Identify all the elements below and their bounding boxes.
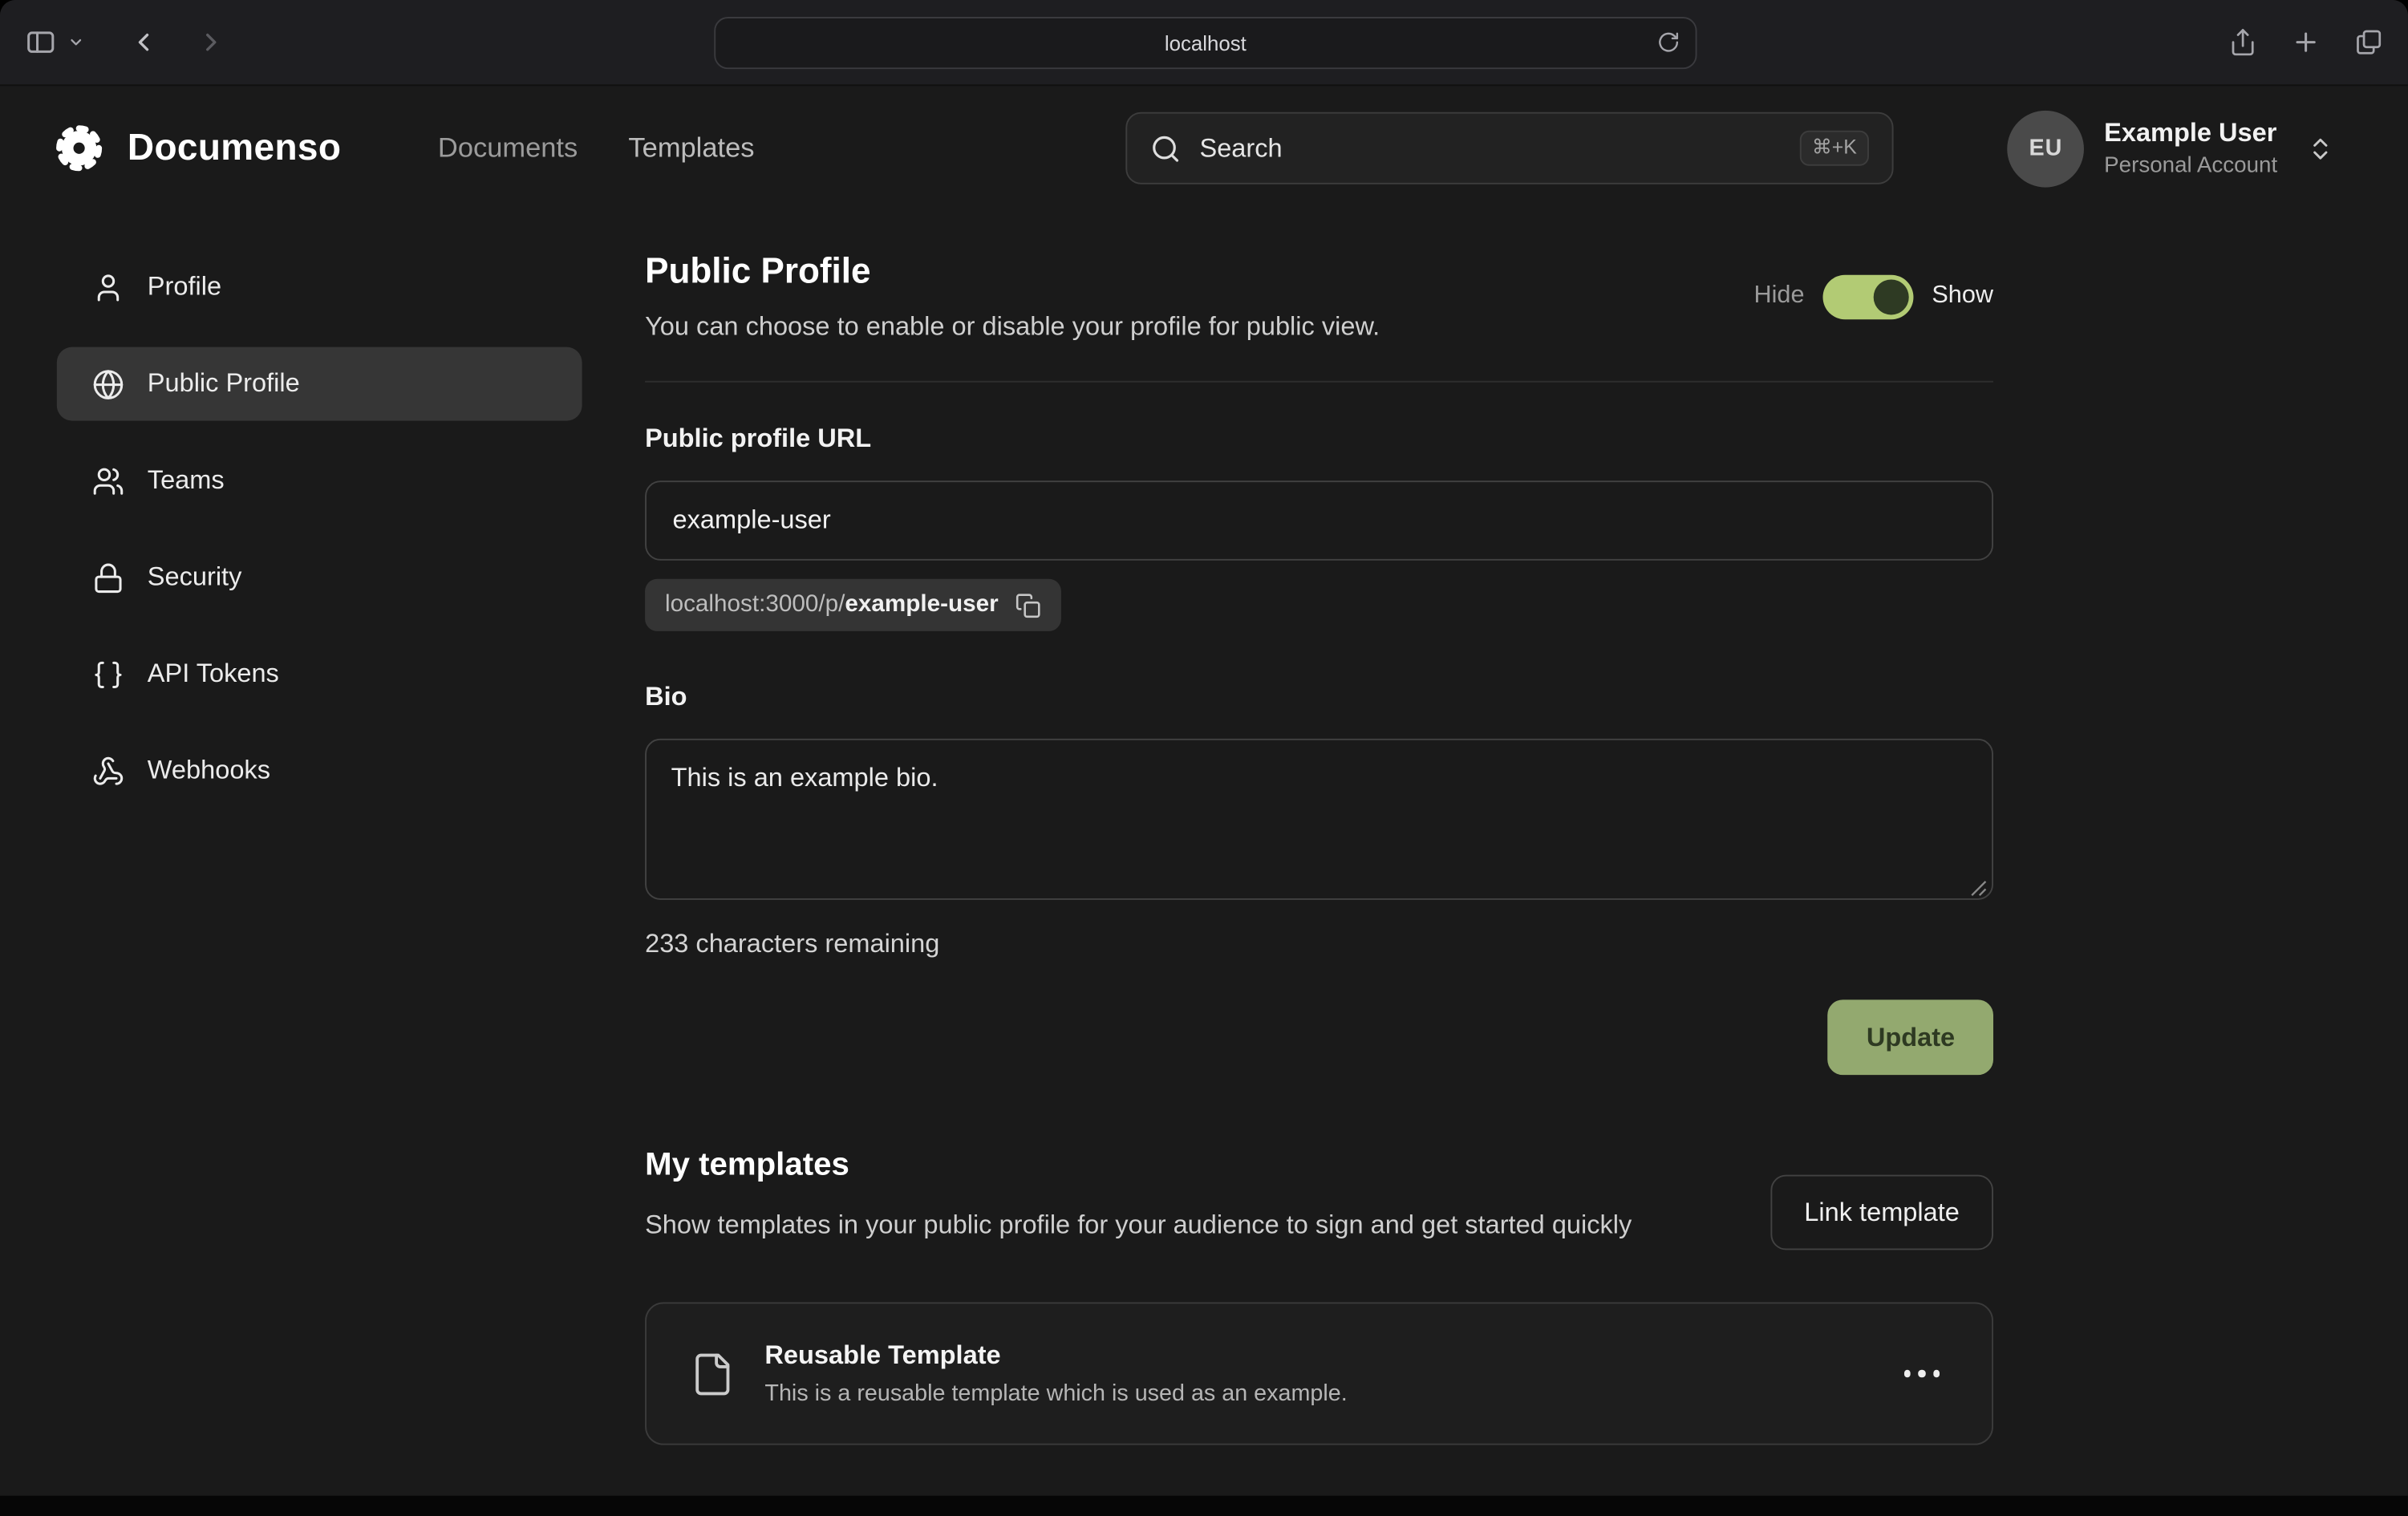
- chevron-down-icon[interactable]: [67, 34, 84, 51]
- settings-sidebar: Profile Public Profile Teams Security: [57, 250, 582, 1445]
- sidebar-item-label: Webhooks: [148, 756, 270, 786]
- template-name: Reusable Template: [764, 1340, 1347, 1371]
- search-shortcut-badge: ⌘+K: [1800, 131, 1870, 166]
- toggle-knob: [1874, 278, 1909, 314]
- templates-head-text: My templates Show templates in your publ…: [645, 1147, 1632, 1246]
- address-bar-url: localhost: [1165, 31, 1247, 55]
- template-description: This is a reusable template which is use…: [764, 1380, 1347, 1407]
- link-template-button[interactable]: Link template: [1770, 1175, 1993, 1250]
- reload-icon[interactable]: [1657, 30, 1680, 54]
- divider: [645, 381, 1993, 383]
- main-panel: Public Profile You can choose to enable …: [645, 250, 1993, 1445]
- visibility-control: Hide Show: [1753, 274, 1993, 319]
- share-icon[interactable]: [2228, 27, 2257, 56]
- new-tab-icon[interactable]: [2291, 27, 2320, 56]
- page-subtitle: You can choose to enable or disable your…: [645, 312, 1380, 343]
- profile-url-prefix: localhost:3000/p/: [665, 591, 845, 618]
- templates-head: My templates Show templates in your publ…: [645, 1147, 1993, 1250]
- user-icon: [92, 271, 124, 303]
- forward-icon[interactable]: [197, 27, 225, 56]
- sidebar-item-webhooks[interactable]: Webhooks: [57, 734, 582, 808]
- profile-url-text: localhost:3000/p/example-user: [665, 591, 999, 618]
- templates-title: My templates: [645, 1147, 1632, 1184]
- hide-label: Hide: [1753, 282, 1804, 310]
- bio-field-label: Bio: [645, 682, 1993, 712]
- tab-overview-icon[interactable]: [2354, 27, 2383, 56]
- characters-remaining: 233 characters remaining: [645, 929, 1993, 959]
- account-type: Personal Account: [2104, 153, 2277, 178]
- users-icon: [92, 464, 124, 497]
- documenso-logo: [51, 120, 107, 176]
- sidebar-toggle-icon[interactable]: [25, 26, 57, 59]
- browser-window: localhost: [0, 0, 2408, 1516]
- nav-documents[interactable]: Documents: [438, 132, 578, 164]
- resize-handle-icon[interactable]: [1970, 880, 1987, 897]
- stage: localhost: [0, 0, 2408, 1516]
- sidebar-item-security[interactable]: Security: [57, 541, 582, 614]
- top-nav: Documents Templates: [438, 132, 755, 164]
- bio-field-wrap: This is an example bio.: [645, 739, 1993, 908]
- copy-icon[interactable]: [1015, 592, 1042, 618]
- page-title: Public Profile: [645, 250, 1380, 292]
- template-card[interactable]: Reusable Template This is a reusable tem…: [645, 1302, 1993, 1445]
- search-input[interactable]: Search ⌘+K: [1126, 112, 1894, 184]
- toolbar-left: [25, 26, 226, 59]
- browser-toolbar: localhost: [0, 0, 2408, 86]
- toolbar-right: [2228, 27, 2383, 56]
- lock-icon: [92, 561, 124, 594]
- public-profile-url-input[interactable]: [645, 480, 1993, 561]
- avatar: EU: [2008, 110, 2085, 187]
- my-templates-section: My templates Show templates in your publ…: [645, 1147, 1993, 1445]
- section-head: Public Profile You can choose to enable …: [645, 250, 1993, 343]
- show-label: Show: [1932, 282, 1993, 310]
- file-icon: [690, 1351, 736, 1396]
- update-button[interactable]: Update: [1828, 999, 1993, 1075]
- search-placeholder: Search: [1199, 133, 1282, 164]
- braces-icon: [92, 658, 124, 690]
- search-icon: [1150, 133, 1181, 164]
- account-info: Example User Personal Account: [2104, 119, 2277, 178]
- account-menu[interactable]: EU Example User Personal Account: [2008, 110, 2335, 187]
- content: Profile Public Profile Teams Security: [0, 210, 2408, 1445]
- app-header: Documenso Documents Templates Search ⌘+K…: [0, 86, 2408, 210]
- sidebar-item-profile[interactable]: Profile: [57, 250, 582, 324]
- account-name: Example User: [2104, 119, 2277, 148]
- sidebar-item-label: Profile: [148, 272, 221, 302]
- templates-description: Show templates in your public profile fo…: [645, 1206, 1632, 1246]
- chevrons-up-down-icon: [2307, 135, 2334, 162]
- brand[interactable]: Documenso: [51, 120, 341, 176]
- sidebar-item-public-profile[interactable]: Public Profile: [57, 347, 582, 421]
- profile-url-preview[interactable]: localhost:3000/p/example-user: [645, 579, 1061, 631]
- template-info: Reusable Template This is a reusable tem…: [764, 1340, 1347, 1406]
- profile-url-slug: example-user: [845, 591, 998, 618]
- update-row: Update: [645, 999, 1993, 1075]
- sidebar-item-label: Public Profile: [148, 368, 300, 399]
- sidebar-item-api-tokens[interactable]: API Tokens: [57, 638, 582, 711]
- nav-templates[interactable]: Templates: [628, 132, 754, 164]
- brand-name: Documenso: [128, 127, 341, 170]
- back-icon[interactable]: [129, 27, 158, 56]
- section-head-text: Public Profile You can choose to enable …: [645, 250, 1380, 343]
- sidebar-item-label: Teams: [148, 465, 225, 496]
- sidebar-item-label: Security: [148, 562, 242, 593]
- bio-textarea[interactable]: This is an example bio.: [645, 739, 1993, 900]
- sidebar-item-teams[interactable]: Teams: [57, 444, 582, 517]
- globe-icon: [92, 368, 124, 400]
- profile-visibility-toggle[interactable]: [1822, 274, 1913, 319]
- url-field-label: Public profile URL: [645, 424, 1993, 454]
- webhook-icon: [92, 755, 124, 787]
- address-bar[interactable]: localhost: [714, 17, 1697, 69]
- ellipsis-icon[interactable]: [1895, 1361, 1949, 1387]
- sidebar-item-label: API Tokens: [148, 659, 279, 689]
- window-bottom-edge: [0, 1496, 2408, 1516]
